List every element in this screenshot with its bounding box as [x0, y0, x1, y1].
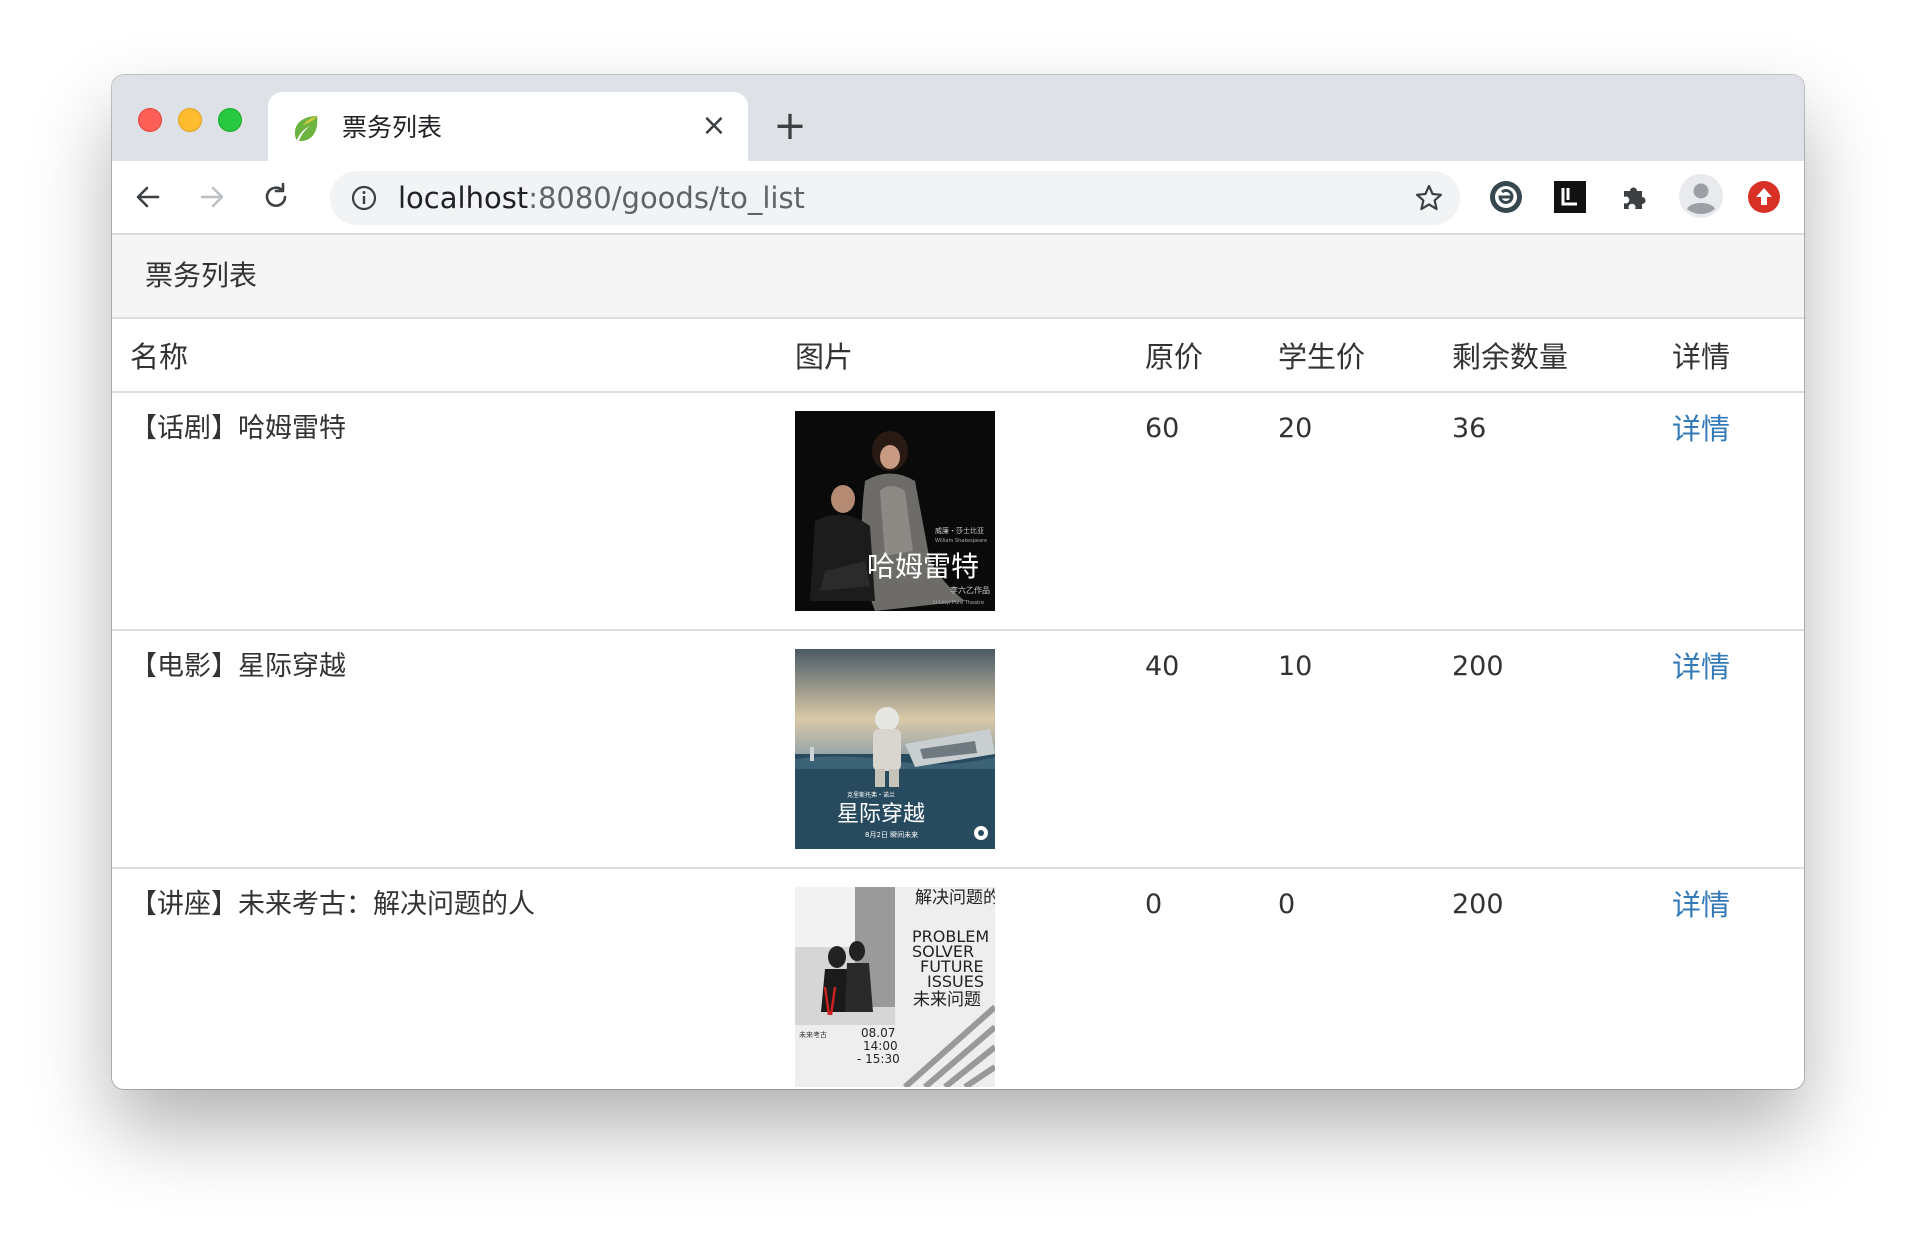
stock-cell: 36 [1452, 413, 1487, 444]
new-tab-icon[interactable]: + [772, 106, 808, 146]
detail-link[interactable]: 详情 [1672, 887, 1804, 923]
detail-link[interactable]: 详情 [1672, 649, 1804, 685]
update-arrow-icon[interactable] [1746, 179, 1782, 215]
price-cell: 0 [1145, 889, 1163, 920]
poster-title-en-4: ISSUES [927, 972, 984, 991]
url-path: :8080/goods/to_list [528, 181, 805, 215]
forward-arrow-icon [200, 186, 224, 208]
forward-button[interactable] [190, 175, 234, 219]
column-header-name: 名称 [112, 319, 777, 393]
goods-name: 【电影】星际穿越 [130, 651, 346, 682]
column-header-image: 图片 [777, 319, 1127, 393]
page-content: 票务列表 名称 图片 原价 学生价 剩余数量 详情 【话剧】哈姆雷特 威廉・莎士… [112, 235, 1804, 1089]
student-price-cell: 0 [1278, 889, 1296, 920]
poster-director: 克里斯托弗・诺兰 [847, 791, 895, 799]
goods-image-lecture[interactable]: 解决问题的人 PROBLEM SOLVER FUTURE ISSUES 未来问题… [795, 887, 995, 1087]
reload-button[interactable] [254, 175, 298, 219]
student-price-cell: 20 [1278, 413, 1313, 444]
detail-link[interactable]: 详情 [1672, 411, 1804, 447]
column-header-detail: 详情 [1654, 319, 1804, 393]
spring-leaf-icon [294, 116, 318, 142]
tab-close-icon[interactable]: × [698, 110, 730, 142]
poster-title-tag: 未来问题 [913, 990, 981, 1010]
bookmark-star-icon[interactable] [1414, 183, 1444, 213]
price-cell: 60 [1145, 413, 1180, 444]
table-row: 【讲座】未来考古：解决问题的人 解决问题的人 [112, 868, 1804, 1089]
poster-time-start: 14:00 [863, 1039, 898, 1053]
poster-author: William Shakespeare [935, 538, 987, 544]
poster-title: 星际穿越 [837, 802, 925, 827]
table-header-row: 名称 图片 原价 学生价 剩余数量 详情 [112, 319, 1804, 393]
browser-toolbar: localhost:8080/goods/to_list [112, 161, 1804, 235]
back-arrow-icon [136, 186, 160, 208]
active-tab[interactable]: 票务列表 × [268, 92, 748, 161]
tab-title: 票务列表 [342, 113, 443, 142]
url-host: localhost [398, 181, 529, 215]
price-cell: 40 [1145, 651, 1180, 682]
goods-name: 【话剧】哈姆雷特 [130, 413, 346, 444]
close-window-button[interactable] [138, 108, 162, 132]
column-header-student-price: 学生价 [1260, 319, 1434, 393]
poster-subtitle: 8月2日 瞬间未来 [865, 830, 918, 839]
poster-author-cn: 威廉・莎士比亚 [935, 526, 984, 535]
browser-window: 票务列表 × + localhost:8080/goods/to_list 票务… [112, 75, 1804, 1089]
poster-series: 未来考古 [799, 1030, 827, 1039]
minimize-window-button[interactable] [178, 108, 202, 132]
stock-cell: 200 [1452, 889, 1504, 920]
poster-title: 哈姆雷特 [867, 550, 979, 583]
maximize-window-button[interactable] [218, 108, 242, 132]
page-title: 票务列表 [145, 259, 258, 292]
profile-avatar-icon[interactable] [1678, 173, 1724, 219]
poster-title-cn: 解决问题的人 [915, 888, 995, 908]
address-bar[interactable]: localhost:8080/goods/to_list [330, 171, 1460, 225]
extensions-puzzle-icon[interactable] [1616, 179, 1652, 215]
tab-strip: 票务列表 × + [112, 75, 1804, 161]
column-header-stock: 剩余数量 [1434, 319, 1654, 393]
goods-table: 名称 图片 原价 学生价 剩余数量 详情 【话剧】哈姆雷特 威廉・莎士比亚 Wi… [112, 319, 1804, 1089]
site-info-icon[interactable] [350, 184, 378, 212]
extension-e-icon[interactable] [1488, 179, 1524, 215]
table-row: 【电影】星际穿越 克里斯托弗・诺兰 星际穿越 8月2日 瞬间未来 40 10 2… [112, 630, 1804, 869]
poster-company-en: Li Liuyi Pure Theatre [933, 600, 984, 606]
extension-l-icon[interactable] [1552, 179, 1588, 215]
url-text[interactable]: localhost:8080/goods/to_list [398, 171, 805, 225]
poster-time-end: - 15:30 [857, 1052, 900, 1066]
stock-cell: 200 [1452, 651, 1504, 682]
poster-date: 08.07 [861, 1026, 895, 1040]
panel-heading: 票务列表 [112, 235, 1804, 319]
poster-company: 李六乙作品 [950, 585, 990, 595]
student-price-cell: 10 [1278, 651, 1313, 682]
back-button[interactable] [126, 175, 170, 219]
goods-image-interstellar[interactable]: 克里斯托弗・诺兰 星际穿越 8月2日 瞬间未来 [795, 649, 995, 849]
reload-icon [265, 182, 287, 207]
table-row: 【话剧】哈姆雷特 威廉・莎士比亚 William Shakespeare 哈姆雷… [112, 392, 1804, 631]
goods-image-hamlet[interactable]: 威廉・莎士比亚 William Shakespeare 哈姆雷特 李六乙作品 L… [795, 411, 995, 611]
column-header-price: 原价 [1127, 319, 1260, 393]
goods-name: 【讲座】未来考古：解决问题的人 [130, 889, 535, 920]
